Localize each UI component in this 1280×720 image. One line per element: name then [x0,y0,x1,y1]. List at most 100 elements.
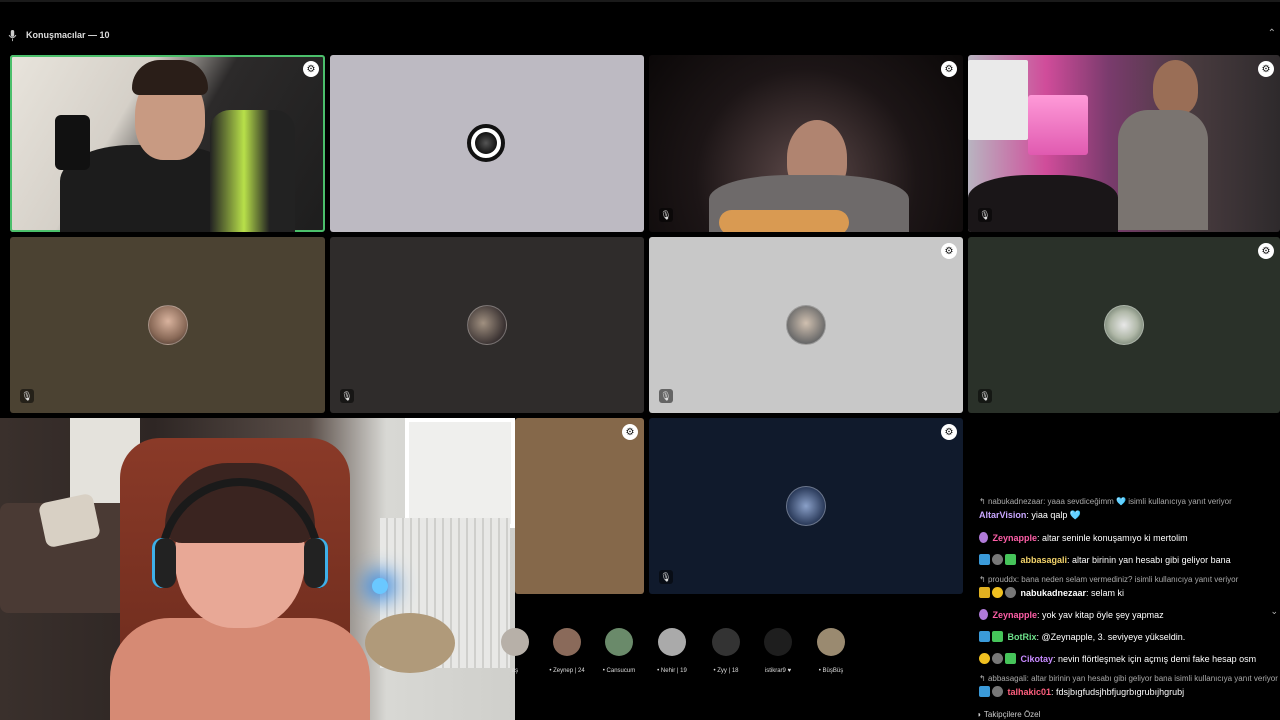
chat-reply-context: ↰ prouddx: bana neden selam vermediniz? … [979,575,1239,584]
subscriber-badge-icon [979,653,990,664]
microphone-stand [55,115,90,170]
webcam-basket [365,613,455,673]
audience-name: • Cansucum [602,668,636,674]
chat-username[interactable]: Zeynapple [993,533,1038,543]
gear-icon[interactable]: ⚙ [1258,243,1274,259]
audience-member[interactable]: • Nehir | 19 [642,628,702,674]
speaker-tile-7[interactable]: ⚙ 🎙 [649,237,963,413]
gear-icon[interactable]: ⚙ [941,61,957,77]
avatar [658,628,686,656]
mic-off-icon: 🎙 [659,570,673,584]
speaker-tile-10[interactable]: ⚙ 🎙 [649,418,963,594]
crown-badge-icon [979,587,990,598]
chat-message: nabukadnezaar: selam ki [979,587,1280,598]
speaker-tile-6[interactable]: 🎙 [330,237,644,413]
chat-username[interactable]: AltarVision [979,510,1026,520]
gift-badge-icon [1005,653,1016,664]
audience-strip: aş • Zeynep | 24 • Cansucum • Nehir | 19… [501,628,965,678]
avatar [605,628,633,656]
chat-message: AltarVision: yiaa qalp 🩵 [979,510,1280,521]
screen: Konuşmacılar — 10 ⌃ ⚙ ⚙ 🎙 ⚙ 🎙 🎙 🎙 ⚙ 🎙 ⚙ … [0,0,1280,720]
chat-overlay: ↰ nabukadnezaar: yaaa sevdiceğimm 🩵 isim… [975,494,1280,720]
mod-badge-icon [979,631,990,642]
speaker-tile-3[interactable]: ⚙ 🎙 [649,55,963,232]
microphone-icon [8,30,17,42]
chat-text: : yok yav kitap öyle şey yapmaz [1037,610,1164,620]
chat-message: talhakic01: fdsjbıgfudsjhbfjugrbıgrubıjh… [979,686,1280,697]
subscriber-badge-icon [992,587,1003,598]
followers-only-label: ◗ Takipçilere Özel [977,710,1041,719]
chat-reply-context: ↰ abbasagali: altar birinin yan hesabı g… [979,674,1278,683]
audience-member[interactable]: • Zeynep | 24 [537,628,597,674]
mic-badge-icon [979,609,988,620]
avatar [1104,305,1144,345]
speaker-tile-1[interactable]: ⚙ [10,55,325,232]
speaker-tile-4[interactable]: ⚙ 🎙 [968,55,1280,232]
pc-case [1028,95,1088,155]
chevron-up-icon[interactable]: ⌃ [1268,28,1276,39]
gear-icon[interactable]: ⚙ [941,424,957,440]
audience-member[interactable]: istikrar9 ♥ [748,628,808,674]
chat-message: abbasagali: altar birinin yan hesabı gib… [979,554,1280,565]
audience-name: • BüşBüş [818,668,844,674]
chat-username[interactable]: nabukadnezaar [1021,588,1087,598]
chat-text: : yiaa qalp 🩵 [1026,510,1082,520]
speaker-tile-8[interactable]: ⚙ 🎙 [968,237,1280,413]
mic-off-icon: 🎙 [659,389,673,403]
avatar [467,123,505,162]
speaker-tile-5[interactable]: 🎙 [10,237,325,413]
mic-badge-icon [979,532,988,543]
gaming-chair [210,110,295,232]
chat-username[interactable]: talhakic01 [1008,687,1052,697]
chat-username[interactable]: BotRix [1008,632,1037,642]
unicorn-badge-icon [1005,587,1016,598]
mic-off-icon: 🎙 [20,389,34,403]
chat-text: : @Zeynapple, 3. seviyeye yükseldin. [1036,632,1186,642]
chat-text: : nevin flörtleşmek için açmış demi fake… [1053,654,1257,664]
gear-icon[interactable]: ⚙ [622,424,638,440]
avatar [817,628,845,656]
audience-member[interactable]: • Zyy | 18 [696,628,756,674]
unicorn-badge-icon [992,686,1003,697]
audience-name: aş [511,668,519,674]
gear-icon[interactable]: ⚙ [303,61,319,77]
speaker-tile-9[interactable]: ⚙ [515,418,644,594]
audience-member[interactable]: aş [485,628,545,674]
chat-username[interactable]: Cikotay [1021,654,1054,664]
video-person [1118,110,1208,230]
avatar [712,628,740,656]
avatar [786,486,826,526]
headset-earcup-right [304,538,328,588]
video-head [1153,60,1198,115]
avatar [501,628,529,656]
headset-earcup-left [152,538,176,588]
monitor [968,60,1028,140]
audience-member[interactable]: • BüşBüş [801,628,861,674]
chat-username[interactable]: abbasagali [1021,555,1068,565]
webcam-shirt [110,618,370,720]
mod-badge-icon [979,686,990,697]
gear-icon[interactable]: ⚙ [1258,61,1274,77]
webcam-lamp [372,578,388,594]
gear-icon[interactable]: ⚙ [941,243,957,259]
mic-off-icon: 🎙 [978,389,992,403]
guitar [719,210,849,232]
mod-badge-icon [979,554,990,565]
chat-text: : fdsjbıgfudsjhbfjugrbıgrubıjhgrubj [1051,687,1185,697]
chat-message: BotRix: @Zeynapple, 3. seviyeye yükseldi… [979,631,1280,642]
mic-off-icon: 🎙 [978,208,992,222]
avatar [764,628,792,656]
mic-off-icon: 🎙 [659,208,673,222]
chat-text: : selam ki [1086,588,1125,598]
chat-message: Zeynapple: yok yav kitap öyle şey yapmaz [979,609,1280,620]
avatar [786,305,826,345]
unicorn-badge-icon [992,554,1003,565]
audience-member[interactable]: • Cansucum [589,628,649,674]
speaker-tile-2[interactable] [330,55,644,232]
speakers-header: Konuşmacılar — 10 ⌃ [0,26,1280,46]
webcam-window [405,418,515,528]
chat-message: Zeynapple: altar seninle konuşamıyo ki m… [979,532,1280,543]
chat-username[interactable]: Zeynapple [993,610,1038,620]
chat-reply-context: ↰ nabukadnezaar: yaaa sevdiceğimm 🩵 isim… [979,497,1232,506]
chevron-down-icon[interactable]: ⌄ [1270,606,1278,617]
